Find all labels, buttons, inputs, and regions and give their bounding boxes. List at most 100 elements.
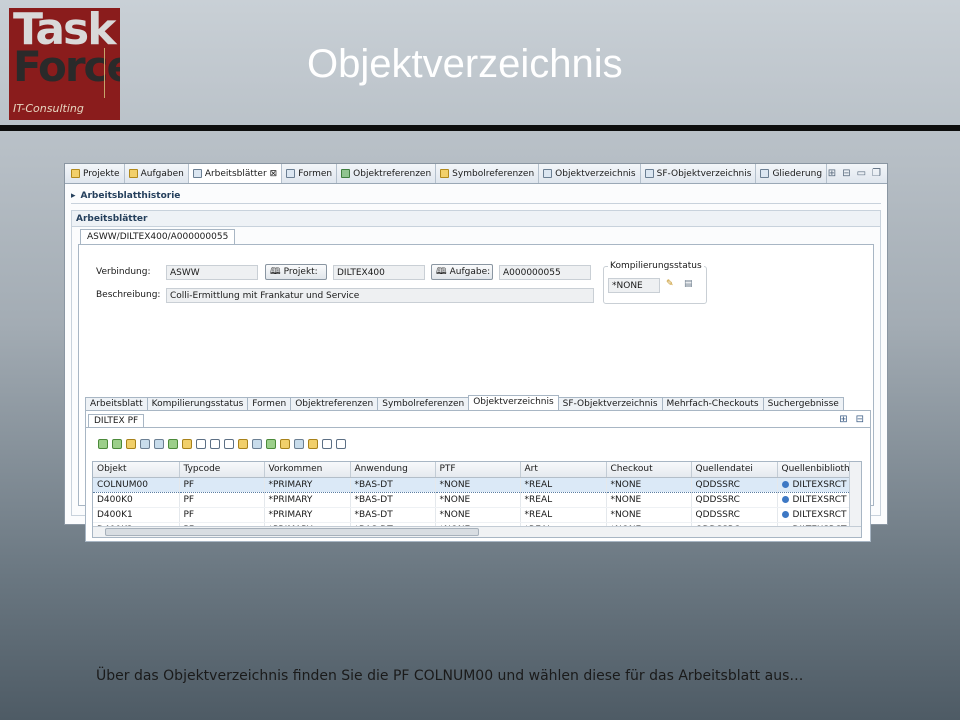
edit-icon[interactable] [238, 439, 248, 449]
table-cell: DILTEXSRCT [777, 476, 850, 493]
column-header[interactable]: Vorkommen [264, 462, 351, 478]
table-cell: D400K0 [93, 492, 180, 508]
minimize-icon[interactable]: ⊟ [842, 168, 850, 179]
display-icon[interactable] [140, 439, 150, 449]
column-header[interactable]: Typcode [179, 462, 265, 478]
connection-field[interactable]: ASWW [166, 265, 258, 280]
compile-icon[interactable]: ✎ [666, 279, 674, 289]
compile-tool-icon[interactable] [280, 439, 290, 449]
task-field[interactable]: A000000055 [499, 265, 591, 280]
table-row[interactable]: D400K0 PF *PRIMARY *BAS-DT *NONE *REAL *NONE QD… [93, 492, 850, 508]
compile-list-icon[interactable]: ▤ [684, 279, 693, 289]
project-field[interactable]: DILTEX400 [333, 265, 425, 280]
tn-icon[interactable] [252, 439, 262, 449]
subtab-mehrfach-checkouts[interactable]: Mehrfach-Checkouts [661, 397, 764, 410]
document-tab[interactable]: ASWW/DILTEX400/A000000055 [80, 229, 236, 244]
maximize-icon[interactable]: ⊞ [828, 168, 836, 179]
column-header[interactable]: Quellenbibliothe [777, 462, 850, 478]
sort-icon[interactable] [112, 439, 122, 449]
history-section[interactable]: ▸ Arbeitsblatthistorie [71, 188, 881, 204]
table-cell: *REAL [520, 537, 606, 538]
tab-formen[interactable]: Formen [282, 164, 338, 183]
table-row[interactable]: D400K1 PF *PRIMARY *BAS-DT *NONE *REAL *NONE QD… [93, 507, 850, 523]
export-icon[interactable] [294, 439, 304, 449]
tab-objektreferenzen[interactable]: Objektreferenzen [337, 164, 437, 183]
grid-icon[interactable] [154, 439, 164, 449]
zoom-icon[interactable] [224, 439, 234, 449]
worksheet-icon [192, 169, 202, 178]
table-cell: *NONE [435, 492, 521, 508]
subtab-arbeitsblatt[interactable]: Arbeitsblatt [85, 397, 148, 410]
description-field[interactable]: Colli-Ermittlung mit Frankatur und Servi… [166, 288, 594, 303]
tab-projekte[interactable]: Projekte [67, 164, 125, 183]
column-header[interactable]: Art [520, 462, 607, 478]
expand-all-icon[interactable]: ⊞ [839, 414, 847, 425]
horizontal-scrollbar[interactable] [93, 526, 861, 537]
expand-arrow-icon[interactable]: ▸ [71, 191, 76, 201]
sf-objectlist-icon [644, 169, 654, 178]
subtab-objektreferenzen[interactable]: Objektreferenzen [290, 397, 379, 410]
column-header[interactable]: Quellendatei [691, 462, 778, 478]
detail-tab[interactable]: DILTEX PF [88, 414, 145, 427]
form-icon [286, 169, 296, 178]
table-cell: *REAL [520, 476, 607, 493]
table-row[interactable]: COLNUM00 PF *PRIMARY *BAS-DT *NONE *REAL *NONE… [93, 476, 850, 493]
library-icon [781, 480, 789, 488]
outline-icon [760, 169, 770, 178]
slide-caption: Über das Objektverzeichnis finden Sie di… [96, 668, 804, 684]
subtab-objektverzeichnis[interactable]: Objektverzeichnis [468, 395, 559, 410]
objectlist-icon [543, 169, 553, 178]
table-cell: PF [179, 537, 264, 538]
task-button[interactable]: 🕮 Aufgabe: [431, 264, 493, 280]
back-icon[interactable] [168, 439, 178, 449]
subtab-sf-objektverzeichnis[interactable]: SF-Objektverzeichnis [557, 397, 663, 410]
filter-icon[interactable] [126, 439, 136, 449]
detail-controls: ⊞ ⊟ [839, 414, 864, 425]
settings-icon[interactable] [308, 439, 318, 449]
tab-gliederung[interactable]: Gliederung [756, 164, 828, 183]
minimize-view-icon[interactable]: ▭ [857, 168, 866, 179]
close-icon[interactable]: ⊠ [270, 169, 278, 179]
horizontal-scroll-thumb[interactable] [105, 528, 479, 536]
checkbox-empty-icon[interactable] [336, 439, 346, 449]
table-cell: *REAL [520, 507, 607, 523]
search-icon[interactable] [196, 439, 206, 449]
table-cell: DILTEXSRCT [777, 507, 850, 523]
subtab-formen[interactable]: Formen [247, 397, 292, 410]
library-icon [781, 495, 789, 503]
table-cell: *BAS-DT [350, 507, 436, 523]
refresh-icon[interactable] [182, 439, 192, 449]
collapse-all-icon[interactable]: ⊟ [856, 414, 864, 425]
table-cell: PF [179, 507, 265, 523]
view-tab-bar: Projekte Aufgaben Arbeitsblätter ⊠ Formen… [65, 164, 887, 184]
table-cell: *REAL [520, 492, 607, 508]
tab-sf-objektverzeichnis[interactable]: SF-Objektverzeichnis [641, 164, 757, 183]
column-header[interactable]: Anwendung [350, 462, 436, 478]
logo-stripe [104, 48, 116, 98]
tab-aufgaben[interactable]: Aufgaben [125, 164, 189, 183]
project-button[interactable]: 🕮 Projekt: [265, 264, 327, 280]
subtab-symbolreferenzen[interactable]: Symbolreferenzen [377, 397, 470, 410]
compare-icon[interactable] [210, 439, 220, 449]
tab-arbeitsblaetter[interactable]: Arbeitsblätter ⊠ [188, 164, 283, 183]
restore-icon[interactable]: ❐ [872, 168, 881, 179]
column-header[interactable]: Objekt [93, 462, 180, 478]
table-cell: *BAS-DT [350, 476, 436, 493]
object-list-panel: DILTEX PF ⊞ ⊟ Objekt Typcode Vorkommen A… [85, 410, 871, 542]
add-icon[interactable] [266, 439, 276, 449]
checkbox-checked-icon[interactable] [322, 439, 332, 449]
table-cell: *BAS-DT [350, 492, 436, 508]
subtab-suchergebnisse[interactable]: Suchergebnisse [762, 397, 844, 410]
table-header-row: Objekt Typcode Vorkommen Anwendung PTF A… [93, 462, 850, 478]
column-header[interactable]: PTF [435, 462, 521, 478]
table-cell: QDDSSRC [691, 492, 778, 508]
tab-objektverzeichnis[interactable]: Objektverzeichnis [539, 164, 641, 183]
worksheet-panel: Verbindung: ASWW 🕮 Projekt: DILTEX400 🕮 Au… [78, 244, 874, 542]
table-row[interactable]: D400K3PF*PRIMARY*BAS-DT*NONE*REAL*NONEQD… [93, 537, 849, 538]
worksheets-section: Arbeitsblätter ASWW/DILTEX400/A000000055… [71, 210, 881, 542]
column-header[interactable]: Checkout [606, 462, 692, 478]
worksheets-header: Arbeitsblätter [72, 211, 880, 227]
list-icon[interactable] [98, 439, 108, 449]
subtab-kompilierungsstatus[interactable]: Kompilierungsstatus [146, 397, 249, 410]
tab-symbolreferenzen[interactable]: Symbolreferenzen [436, 164, 540, 183]
